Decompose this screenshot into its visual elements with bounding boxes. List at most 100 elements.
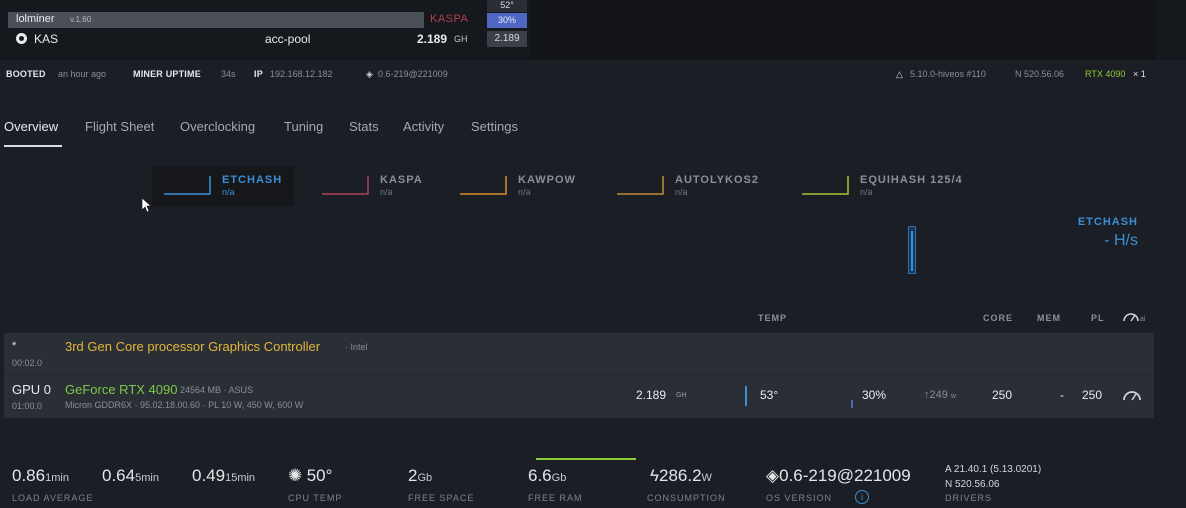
miner-hashrate: 2.189: [417, 32, 448, 46]
tab-flight-sheet[interactable]: Flight Sheet: [85, 119, 154, 134]
info-icon[interactable]: i: [855, 490, 869, 504]
tab-stats[interactable]: Stats: [349, 119, 379, 134]
free-space: 2Gb: [408, 466, 433, 485]
gpu-hashrate-unit: GH: [676, 392, 687, 399]
gpu-name: GeForce RTX 4090: [65, 382, 178, 397]
free-ram-indicator: [536, 458, 636, 460]
gpu-memory: 24564 MB · ASUS: [180, 385, 254, 395]
cpu-temp-label: CPU TEMP: [288, 493, 343, 503]
cpu-name: 3rd Gen Core processor Graphics Controll…: [65, 339, 321, 354]
miner-version: v.1.60: [70, 15, 92, 24]
free-ram-label: FREE RAM: [528, 493, 583, 503]
cpu-temp: ✺ 50°: [288, 466, 333, 485]
col-mem: MEM: [1037, 313, 1061, 323]
booted-label: BOOTED: [6, 69, 46, 79]
mouse-cursor-icon: [142, 198, 152, 212]
gpu-count: × 1: [1133, 69, 1146, 79]
algo-name: ETCHASH: [222, 174, 283, 186]
tab-overview[interactable]: Overview: [4, 119, 58, 134]
coin-icon: [16, 33, 27, 44]
load-5min: 0.645min: [102, 466, 159, 485]
algo-value: n/a: [222, 187, 235, 197]
cpu-bus: 00:02.0: [12, 358, 43, 368]
gpu-hashrate: 2.189: [636, 388, 667, 402]
gpu-bus: 01:00.0: [12, 401, 43, 411]
tab-tuning[interactable]: Tuning: [284, 119, 323, 134]
driver-amd: A 21.40.1 (5.13.0201): [945, 464, 1042, 475]
tab-overclocking[interactable]: Overclocking: [180, 119, 255, 134]
fan-icon: [851, 400, 853, 408]
gpu-power-limit: 250: [1082, 388, 1103, 402]
miner-temp-box: 52°: [487, 0, 527, 12]
sparkline-icon: [617, 176, 664, 195]
algo-card-kaspa[interactable]: KASPA n/a: [310, 166, 440, 206]
sparkline-icon: [802, 176, 849, 195]
sparkline-icon: [164, 176, 211, 195]
coin-name: KAS: [34, 32, 59, 46]
gpu-core: 250: [992, 388, 1013, 402]
gpu-power: ↑249 w: [924, 389, 956, 401]
algo-value: n/a: [518, 187, 531, 197]
hive-icon: ◈: [766, 466, 780, 485]
free-space-label: FREE SPACE: [408, 493, 475, 503]
miner-algo-tag: KASPA: [430, 13, 469, 25]
drivers-label: DRIVERS: [945, 493, 993, 503]
algo-value: n/a: [860, 187, 873, 197]
gauge-icon[interactable]: [1122, 389, 1142, 401]
col-core: CORE: [983, 313, 1014, 323]
header-right-area: [530, 0, 1156, 60]
booted-value: an hour ago: [58, 69, 107, 79]
driver-nvidia: N 520.56.06: [945, 479, 1000, 490]
tab-settings[interactable]: Settings: [471, 119, 518, 134]
gpu-details: Micron GDDR6X · 95.02.18.00.60 · PL 10 W…: [65, 400, 304, 410]
col-pl: PL: [1091, 313, 1105, 323]
os-version-label: OS VERSION: [766, 493, 833, 503]
algo-name: KASPA: [380, 174, 423, 186]
algo-value: n/a: [675, 187, 688, 197]
algo-name: EQUIHASH 125/4: [860, 174, 963, 186]
ip-value: 192.168.12.182: [270, 69, 333, 79]
worker-header: [0, 0, 1186, 60]
cpu-star: *: [12, 340, 17, 352]
uptime-value: 34s: [221, 69, 236, 79]
load-1min: 0.861min: [12, 466, 69, 485]
ip-label: IP: [254, 69, 263, 79]
uptime-label: MINER UPTIME: [133, 69, 201, 79]
gpu-index: GPU 0: [12, 382, 52, 397]
pool-name[interactable]: acc-pool: [265, 32, 310, 46]
algo-card-equihash[interactable]: EQUIHASH 125/4 n/a: [790, 166, 990, 206]
col-temp: TEMP: [758, 313, 788, 323]
algo-value: n/a: [380, 187, 393, 197]
nvidia-driver: N 520.56.06: [1015, 69, 1065, 79]
algo-card-etchash[interactable]: ETCHASH n/a: [152, 166, 294, 206]
algo-name: AUTOLYKOS2: [675, 174, 759, 186]
cpu-icon: ✺: [288, 466, 303, 485]
tab-activity[interactable]: Activity: [403, 119, 444, 134]
load-average-label: LOAD AVERAGE: [12, 493, 94, 503]
sparkline-icon: [460, 176, 507, 195]
gpu-summary: RTX 4090: [1085, 69, 1126, 79]
load-15min: 0.4915min: [192, 466, 256, 485]
hive-icon: ◈: [366, 69, 373, 79]
side-chart-rate: - H/s: [1104, 232, 1138, 249]
miner-fan-box: 30%: [487, 13, 527, 28]
gpu-fan: 30%: [862, 388, 887, 402]
algo-card-autolykos2[interactable]: AUTOLYKOS2 n/a: [605, 166, 775, 206]
col-ai: ai: [1140, 316, 1146, 323]
consumption: ϟ286.2W: [650, 466, 712, 485]
linux-icon: △: [896, 69, 903, 79]
cpu-vendor: · Intel: [345, 342, 368, 352]
version-value: 0.6-219@221009: [378, 69, 448, 79]
sparkline-icon: [322, 176, 369, 195]
miner-name: lolminer: [16, 13, 55, 25]
miner-rate-box: 2.189: [487, 31, 527, 47]
active-tab-indicator: [4, 145, 62, 147]
free-ram: 6.6Gb: [528, 466, 567, 485]
side-chart-bar: [908, 226, 916, 274]
autofan-gauge-icon[interactable]: [1122, 310, 1140, 322]
bolt-icon: ϟ: [650, 466, 659, 485]
algo-card-kawpow[interactable]: KAWPOW n/a: [448, 166, 588, 206]
miner-hashrate-unit: GH: [454, 34, 468, 44]
algo-name: KAWPOW: [518, 174, 576, 186]
thermometer-icon: [745, 386, 747, 406]
